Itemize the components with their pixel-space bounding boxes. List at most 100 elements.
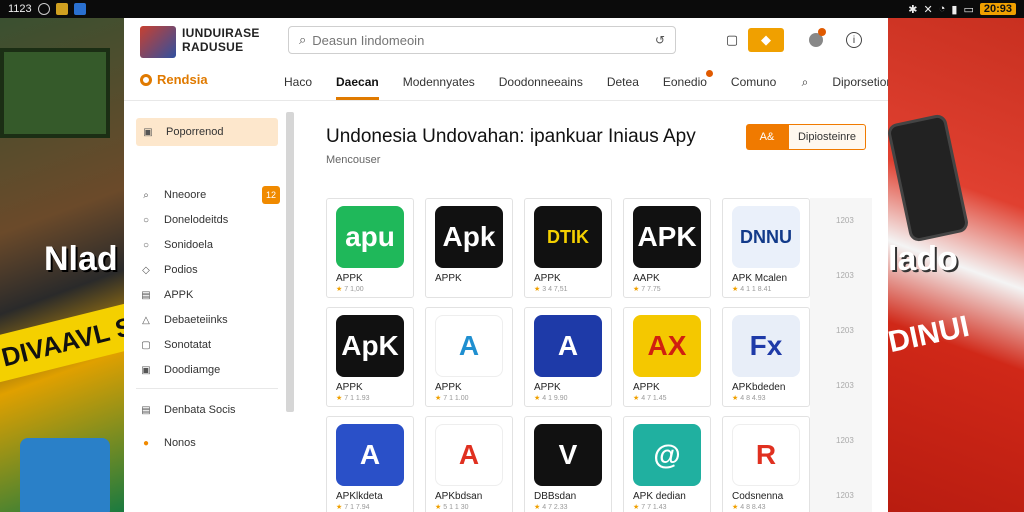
- star-icon: ★: [633, 504, 642, 511]
- sidebar-separator: [136, 388, 278, 389]
- nav-item[interactable]: Doodonneeains: [499, 64, 583, 100]
- sidebar-item[interactable]: ▤ APPK: [140, 285, 280, 305]
- sidebar: ▣ Poporrenod ⌕ Nneoore 12 ○ Donelodeitds ○ Son…: [124, 102, 284, 512]
- app-icon: Apk: [435, 206, 503, 268]
- brand-label[interactable]: Rendsia: [140, 72, 208, 87]
- app-tile[interactable]: V DBBsdan ★ 4 7 2.33: [524, 416, 612, 512]
- music-icon: ○: [142, 239, 150, 251]
- promo-right-text: lado: [888, 240, 958, 278]
- nav-item[interactable]: Daecan: [336, 64, 379, 100]
- app-name: APPK: [534, 273, 561, 284]
- promo-right-band: DINUI: [888, 309, 973, 360]
- sidebar-item-label: Sonidoela: [164, 239, 213, 251]
- side-count: 1203: [836, 271, 854, 280]
- sidebar-item[interactable]: ○ Donelodeitds: [140, 210, 280, 230]
- app-meta: ★ 5 1 1 30: [435, 503, 469, 511]
- nav-item-label: Daecan: [336, 75, 379, 89]
- top-bar: IUNDUIRASE RADUSUE ⌕ ↺ ▢ ◆ i: [124, 18, 888, 64]
- wifi-icon: ◔: [938, 3, 946, 15]
- app-meta-text: 5 1 1 30: [443, 504, 469, 511]
- app-tile[interactable]: R Codsnenna ★ 4 8 8.43: [722, 416, 810, 512]
- app-name: APPK: [336, 382, 363, 393]
- app-meta: ★ 4 7 2.33: [534, 503, 568, 511]
- app-tile[interactable]: A APPK ★ 7 1 1.00: [425, 307, 513, 407]
- notifications-icon[interactable]: ▢: [720, 28, 744, 52]
- app-icon: A: [435, 315, 503, 377]
- app-meta-text: 7 7.75: [641, 286, 661, 293]
- app-meta-text: 4 1 1 8.41: [740, 286, 772, 293]
- nav-item[interactable]: Detea: [607, 64, 639, 100]
- download-button[interactable]: ◆: [748, 28, 784, 52]
- app-tile[interactable]: A APKbdsan ★ 5 1 1 30: [425, 416, 513, 512]
- sidebar-item-label: Nonos: [164, 437, 196, 449]
- nav-item[interactable]: Haco: [284, 64, 312, 100]
- promo-left-text: Nlad: [44, 240, 118, 278]
- app-name: APPK: [435, 273, 462, 284]
- voice-search-icon[interactable]: ↺: [655, 33, 665, 47]
- app-icon: AX: [633, 315, 701, 377]
- nav-item[interactable]: Diporsetion: [832, 64, 888, 100]
- sidebar-secondary-item[interactable]: ● Nonos: [140, 433, 280, 453]
- primary-action-button[interactable]: A&: [746, 124, 788, 150]
- app-tile[interactable]: Apk APPK: [425, 198, 513, 298]
- sidebar-item[interactable]: ⌕ Nneoore 12: [140, 185, 280, 205]
- star-icon: ★: [732, 286, 741, 293]
- app-tile[interactable]: apu APPK ★ 7 1,00: [326, 198, 414, 298]
- sidebar-secondary-item[interactable]: ▤ Denbata Socis: [140, 400, 280, 420]
- nav-item-label: Detea: [606, 75, 639, 89]
- app-name: APPK: [633, 382, 660, 393]
- app-tile[interactable]: ApK APPK ★ 7 1 1.93: [326, 307, 414, 407]
- app-tile[interactable]: A APKlkdeta ★ 7 1 7.94: [326, 416, 414, 512]
- info-icon[interactable]: i: [842, 28, 866, 52]
- sidebar-item-label: Doodiamge: [164, 364, 221, 376]
- nav-item-label: Modennyates: [402, 75, 475, 89]
- sidebar-item-primary[interactable]: ▣ Poporrenod: [136, 118, 278, 146]
- app-name: APPK: [336, 273, 363, 284]
- app-tile[interactable]: AX APPK ★ 4 7 1.45: [623, 307, 711, 407]
- star-icon: ★: [435, 504, 444, 511]
- star-icon: ★: [336, 286, 345, 293]
- app-icon: A: [336, 424, 404, 486]
- brand-icon: [140, 73, 152, 86]
- app-tile[interactable]: Fx APKbdeden ★ 4 8 4.93: [722, 307, 810, 407]
- user-icon[interactable]: [804, 28, 828, 52]
- app-meta-text: 7 1 1.93: [344, 395, 370, 402]
- document-icon: ▣: [141, 364, 151, 376]
- sidebar-item[interactable]: ○ Sonidoela: [140, 235, 280, 255]
- app-notification-icon: [55, 3, 68, 15]
- nav-item[interactable]: Eonedio: [662, 64, 713, 100]
- search-input[interactable]: [312, 32, 655, 48]
- secondary-action-button[interactable]: Dipiosteinre: [788, 124, 866, 150]
- image-notification-icon: [73, 3, 86, 15]
- search-icon: ⌕: [143, 189, 149, 201]
- app-name: Codsnenna: [732, 491, 784, 502]
- site-title-line2: RADUSUE: [182, 40, 244, 54]
- sidebar-item[interactable]: △ Debaeteiinks: [140, 310, 280, 330]
- sidebar-scrollbar[interactable]: [286, 112, 294, 412]
- nav-divider: [124, 100, 888, 101]
- status-time: 1123: [8, 3, 32, 15]
- app-meta: ★ 7 1,00: [336, 285, 364, 293]
- app-tile[interactable]: A APPK ★ 4 1 9.90: [524, 307, 612, 407]
- app-tile[interactable]: DNNU APK Mcalen ★ 4 1 1 8.41: [722, 198, 810, 298]
- app-tile[interactable]: @ APK dedian ★ 7 7 1.43: [623, 416, 711, 512]
- app-name: APPK: [435, 382, 462, 393]
- sidebar-item[interactable]: ▢ Sonotatat: [140, 335, 280, 355]
- nav-item[interactable]: Comuno ⌕: [731, 64, 808, 100]
- nav-item[interactable]: Modennyates: [403, 64, 475, 100]
- app-name: APPK: [534, 382, 561, 393]
- background-promo-left: Nlad DIVAAVL S: [0, 18, 124, 512]
- search-bar[interactable]: ⌕ ↺: [288, 26, 676, 54]
- page-subtitle: Mencouser: [326, 154, 381, 166]
- sidebar-item[interactable]: ◇ Podios: [140, 260, 280, 280]
- site-title: IUNDUIRASE RADUSUE: [182, 26, 260, 54]
- site-logo[interactable]: [140, 26, 176, 58]
- app-icon: Fx: [732, 315, 800, 377]
- app-tile[interactable]: DTIK APPK ★ 3 4 7,51: [524, 198, 612, 298]
- app-tile[interactable]: APK AAPK ★ 7 7.75: [623, 198, 711, 298]
- nav-item-label: Eonedio: [662, 75, 707, 89]
- app-meta: ★ 3 4 7,51: [534, 285, 568, 293]
- side-count: 1203: [836, 436, 854, 445]
- sidebar-item[interactable]: ▣ Doodiamge: [140, 360, 280, 380]
- app-icon: @: [633, 424, 701, 486]
